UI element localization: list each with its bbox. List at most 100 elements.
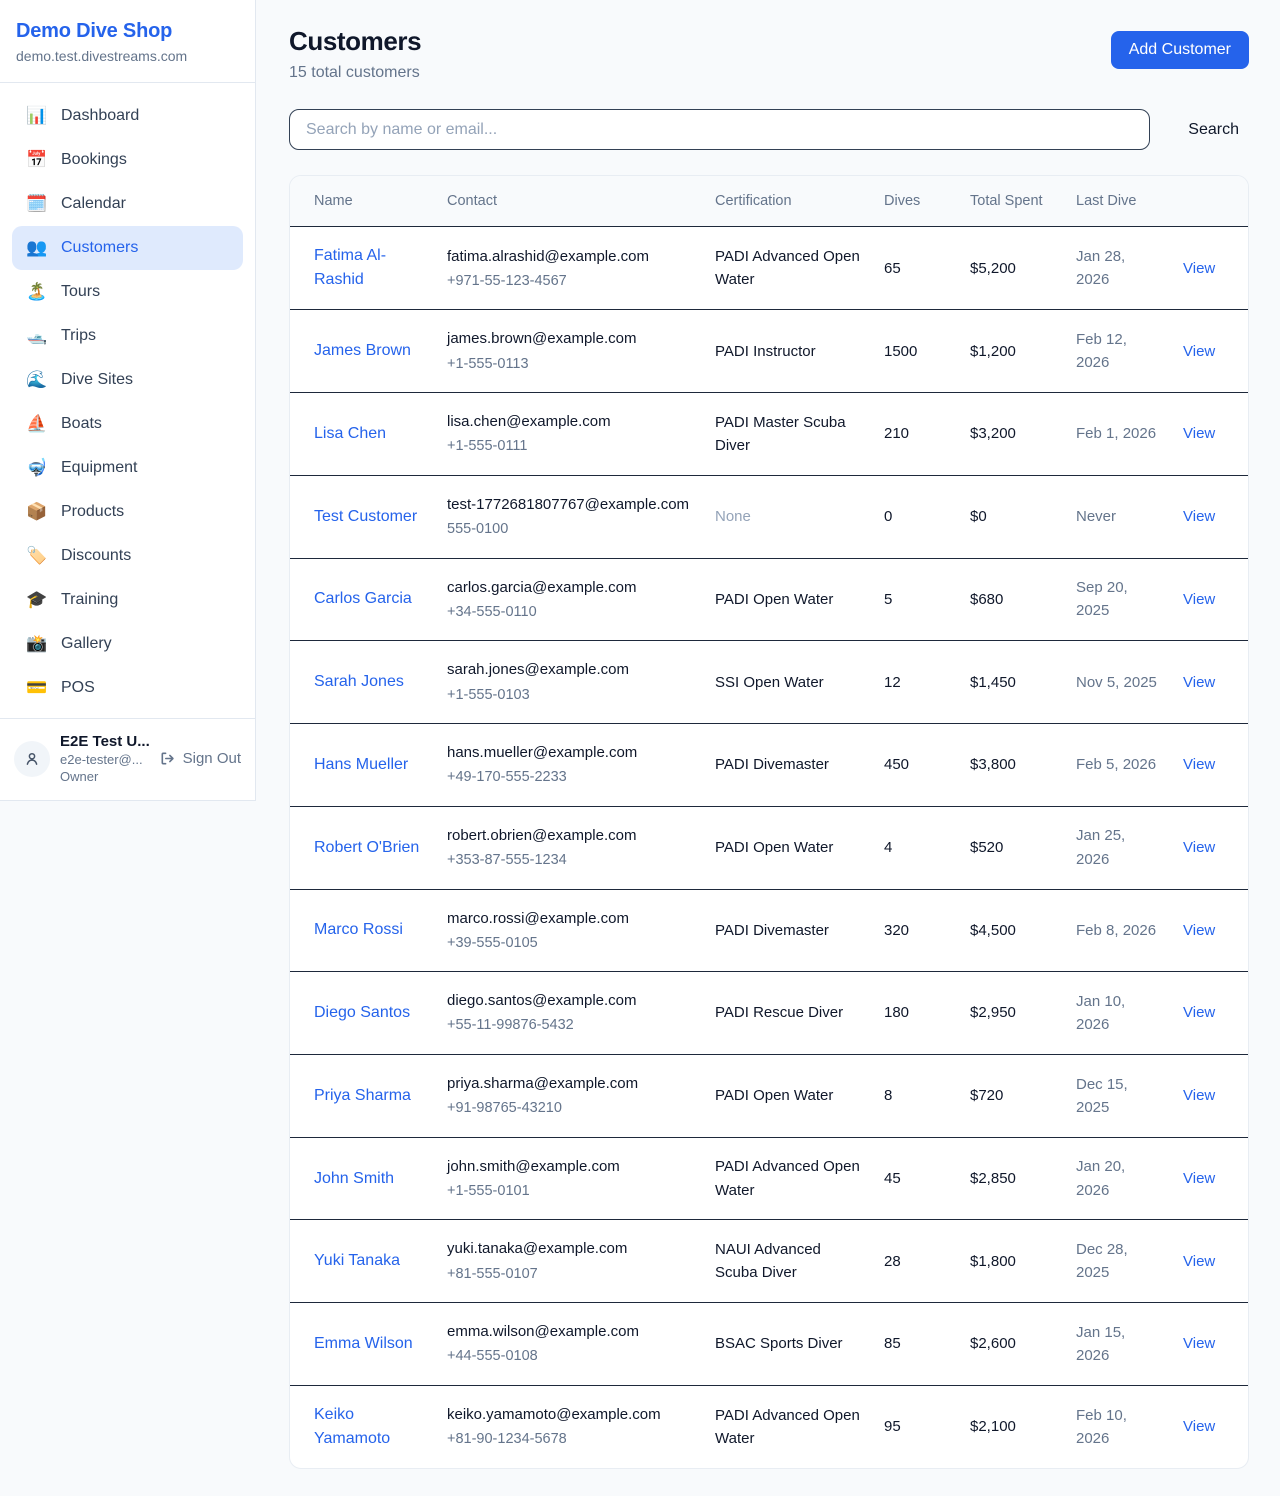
sidebar-item-training[interactable]: 🎓 Training	[12, 578, 243, 622]
customer-name-link[interactable]: Priya Sharma	[314, 1084, 411, 1108]
sidebar-item-customers[interactable]: 👥 Customers	[12, 226, 243, 270]
view-link[interactable]: View	[1183, 1087, 1215, 1104]
view-link[interactable]: View	[1183, 1004, 1215, 1021]
avatar	[14, 741, 50, 777]
customer-certification: PADI Open Water	[715, 591, 833, 608]
view-link[interactable]: View	[1183, 1170, 1215, 1187]
sidebar-item-label: Gallery	[61, 635, 112, 653]
sidebar-item-label: Discounts	[61, 547, 131, 565]
sidebar-item-discounts[interactable]: 🏷️ Discounts	[12, 534, 243, 578]
customer-total-spent: $1,800	[958, 1220, 1064, 1303]
customer-email: james.brown@example.com	[447, 327, 691, 350]
tag-icon: 🏷️	[26, 546, 48, 566]
camera-icon: 📸	[26, 634, 48, 654]
sidebar-item-equipment[interactable]: 🤿 Equipment	[12, 446, 243, 490]
customer-certification: PADI Divemaster	[715, 922, 829, 939]
sidebar-item-bookings[interactable]: 📅 Bookings	[12, 138, 243, 182]
search-input[interactable]	[289, 109, 1150, 150]
customer-total-spent: $2,600	[958, 1303, 1064, 1386]
sign-out-button[interactable]: Sign Out	[159, 750, 241, 767]
add-customer-button[interactable]: Add Customer	[1111, 31, 1249, 69]
user-section: E2E Test U... e2e-tester@... Owner Sign …	[0, 718, 255, 800]
customer-phone: +34-555-0110	[447, 601, 691, 623]
table-row: Yuki Tanaka yuki.tanaka@example.com +81-…	[290, 1220, 1249, 1303]
sidebar-item-dive-sites[interactable]: 🌊 Dive Sites	[12, 358, 243, 402]
customer-phone: +971-55-123-4567	[447, 270, 691, 292]
customer-phone: +39-555-0105	[447, 932, 691, 954]
view-link[interactable]: View	[1183, 1335, 1215, 1352]
bar-chart-icon: 📊	[26, 106, 48, 126]
search-button[interactable]: Search	[1178, 121, 1249, 139]
sidebar-item-calendar[interactable]: 🗓️ Calendar	[12, 182, 243, 226]
sidebar: Demo Dive Shop demo.test.divestreams.com…	[0, 0, 256, 801]
customer-name-link[interactable]: Keiko Yamamoto	[314, 1403, 423, 1451]
sign-out-label: Sign Out	[183, 750, 241, 767]
page-title: Customers	[289, 26, 421, 57]
sidebar-item-label: Dive Sites	[61, 371, 133, 389]
customer-name-link[interactable]: Robert O'Brien	[314, 836, 419, 860]
sidebar-item-label: Calendar	[61, 195, 126, 213]
view-link[interactable]: View	[1183, 260, 1215, 277]
customer-dives: 85	[872, 1303, 958, 1386]
shop-name: Demo Dive Shop	[16, 20, 239, 43]
view-link[interactable]: View	[1183, 922, 1215, 939]
customer-phone: +44-555-0108	[447, 1345, 691, 1367]
sidebar-item-trips[interactable]: 🛥️ Trips	[12, 314, 243, 358]
sidebar-item-gallery[interactable]: 📸 Gallery	[12, 622, 243, 666]
customer-total-spent: $2,100	[958, 1385, 1064, 1468]
customer-name-link[interactable]: John Smith	[314, 1167, 394, 1191]
customer-name-link[interactable]: Fatima Al-Rashid	[314, 244, 423, 292]
column-header: Total Spent	[958, 176, 1064, 227]
customer-last-dive: Feb 1, 2026	[1064, 393, 1171, 476]
customer-name-link[interactable]: Marco Rossi	[314, 918, 403, 942]
page-header: Customers 15 total customers Add Custome…	[289, 26, 1249, 82]
main-content: Customers 15 total customers Add Custome…	[256, 0, 1280, 1496]
customer-name-link[interactable]: Carlos Garcia	[314, 587, 412, 611]
customer-name-link[interactable]: James Brown	[314, 339, 411, 363]
people-icon: 👥	[26, 238, 48, 258]
customer-email: carlos.garcia@example.com	[447, 576, 691, 599]
customer-phone: +55-11-99876-5432	[447, 1014, 691, 1036]
customer-name-link[interactable]: Lisa Chen	[314, 422, 386, 446]
sidebar-item-dashboard[interactable]: 📊 Dashboard	[12, 94, 243, 138]
customer-name-link[interactable]: Yuki Tanaka	[314, 1249, 400, 1273]
sidebar-item-products[interactable]: 📦 Products	[12, 490, 243, 534]
view-link[interactable]: View	[1183, 1418, 1215, 1435]
customer-last-dive: Nov 5, 2025	[1064, 641, 1171, 724]
view-link[interactable]: View	[1183, 591, 1215, 608]
view-link[interactable]: View	[1183, 839, 1215, 856]
customer-name-link[interactable]: Test Customer	[314, 505, 417, 529]
view-link[interactable]: View	[1183, 756, 1215, 773]
sidebar-item-pos[interactable]: 💳 POS	[12, 666, 243, 710]
customer-dives: 180	[872, 972, 958, 1055]
view-link[interactable]: View	[1183, 674, 1215, 691]
customer-phone: 555-0100	[447, 518, 691, 540]
customer-phone: +91-98765-43210	[447, 1097, 691, 1119]
view-link[interactable]: View	[1183, 425, 1215, 442]
sailboat-icon: ⛵	[26, 414, 48, 434]
customer-certification: None	[715, 508, 751, 525]
customer-dives: 28	[872, 1220, 958, 1303]
customer-name-link[interactable]: Hans Mueller	[314, 753, 408, 777]
customer-certification: PADI Open Water	[715, 839, 833, 856]
sidebar-item-label: Dashboard	[61, 107, 139, 125]
customer-name-link[interactable]: Diego Santos	[314, 1001, 410, 1025]
customer-name-link[interactable]: Sarah Jones	[314, 670, 404, 694]
customer-email: keiko.yamamoto@example.com	[447, 1403, 691, 1426]
spiral-calendar-icon: 🗓️	[26, 194, 48, 214]
table-row: Marco Rossi marco.rossi@example.com +39-…	[290, 889, 1249, 972]
sidebar-item-boats[interactable]: ⛵ Boats	[12, 402, 243, 446]
sidebar-item-tours[interactable]: 🏝️ Tours	[12, 270, 243, 314]
customer-total-spent: $720	[958, 1054, 1064, 1137]
table-head: NameContactCertificationDivesTotal Spent…	[290, 176, 1249, 227]
page-header-text: Customers 15 total customers	[289, 26, 421, 82]
column-header: Dives	[872, 176, 958, 227]
customer-email: sarah.jones@example.com	[447, 658, 691, 681]
view-link[interactable]: View	[1183, 508, 1215, 525]
customer-email: marco.rossi@example.com	[447, 907, 691, 930]
customer-last-dive: Feb 10, 2026	[1064, 1385, 1171, 1468]
view-link[interactable]: View	[1183, 1253, 1215, 1270]
customer-name-link[interactable]: Emma Wilson	[314, 1332, 413, 1356]
view-link[interactable]: View	[1183, 343, 1215, 360]
customer-phone: +1-555-0103	[447, 684, 691, 706]
